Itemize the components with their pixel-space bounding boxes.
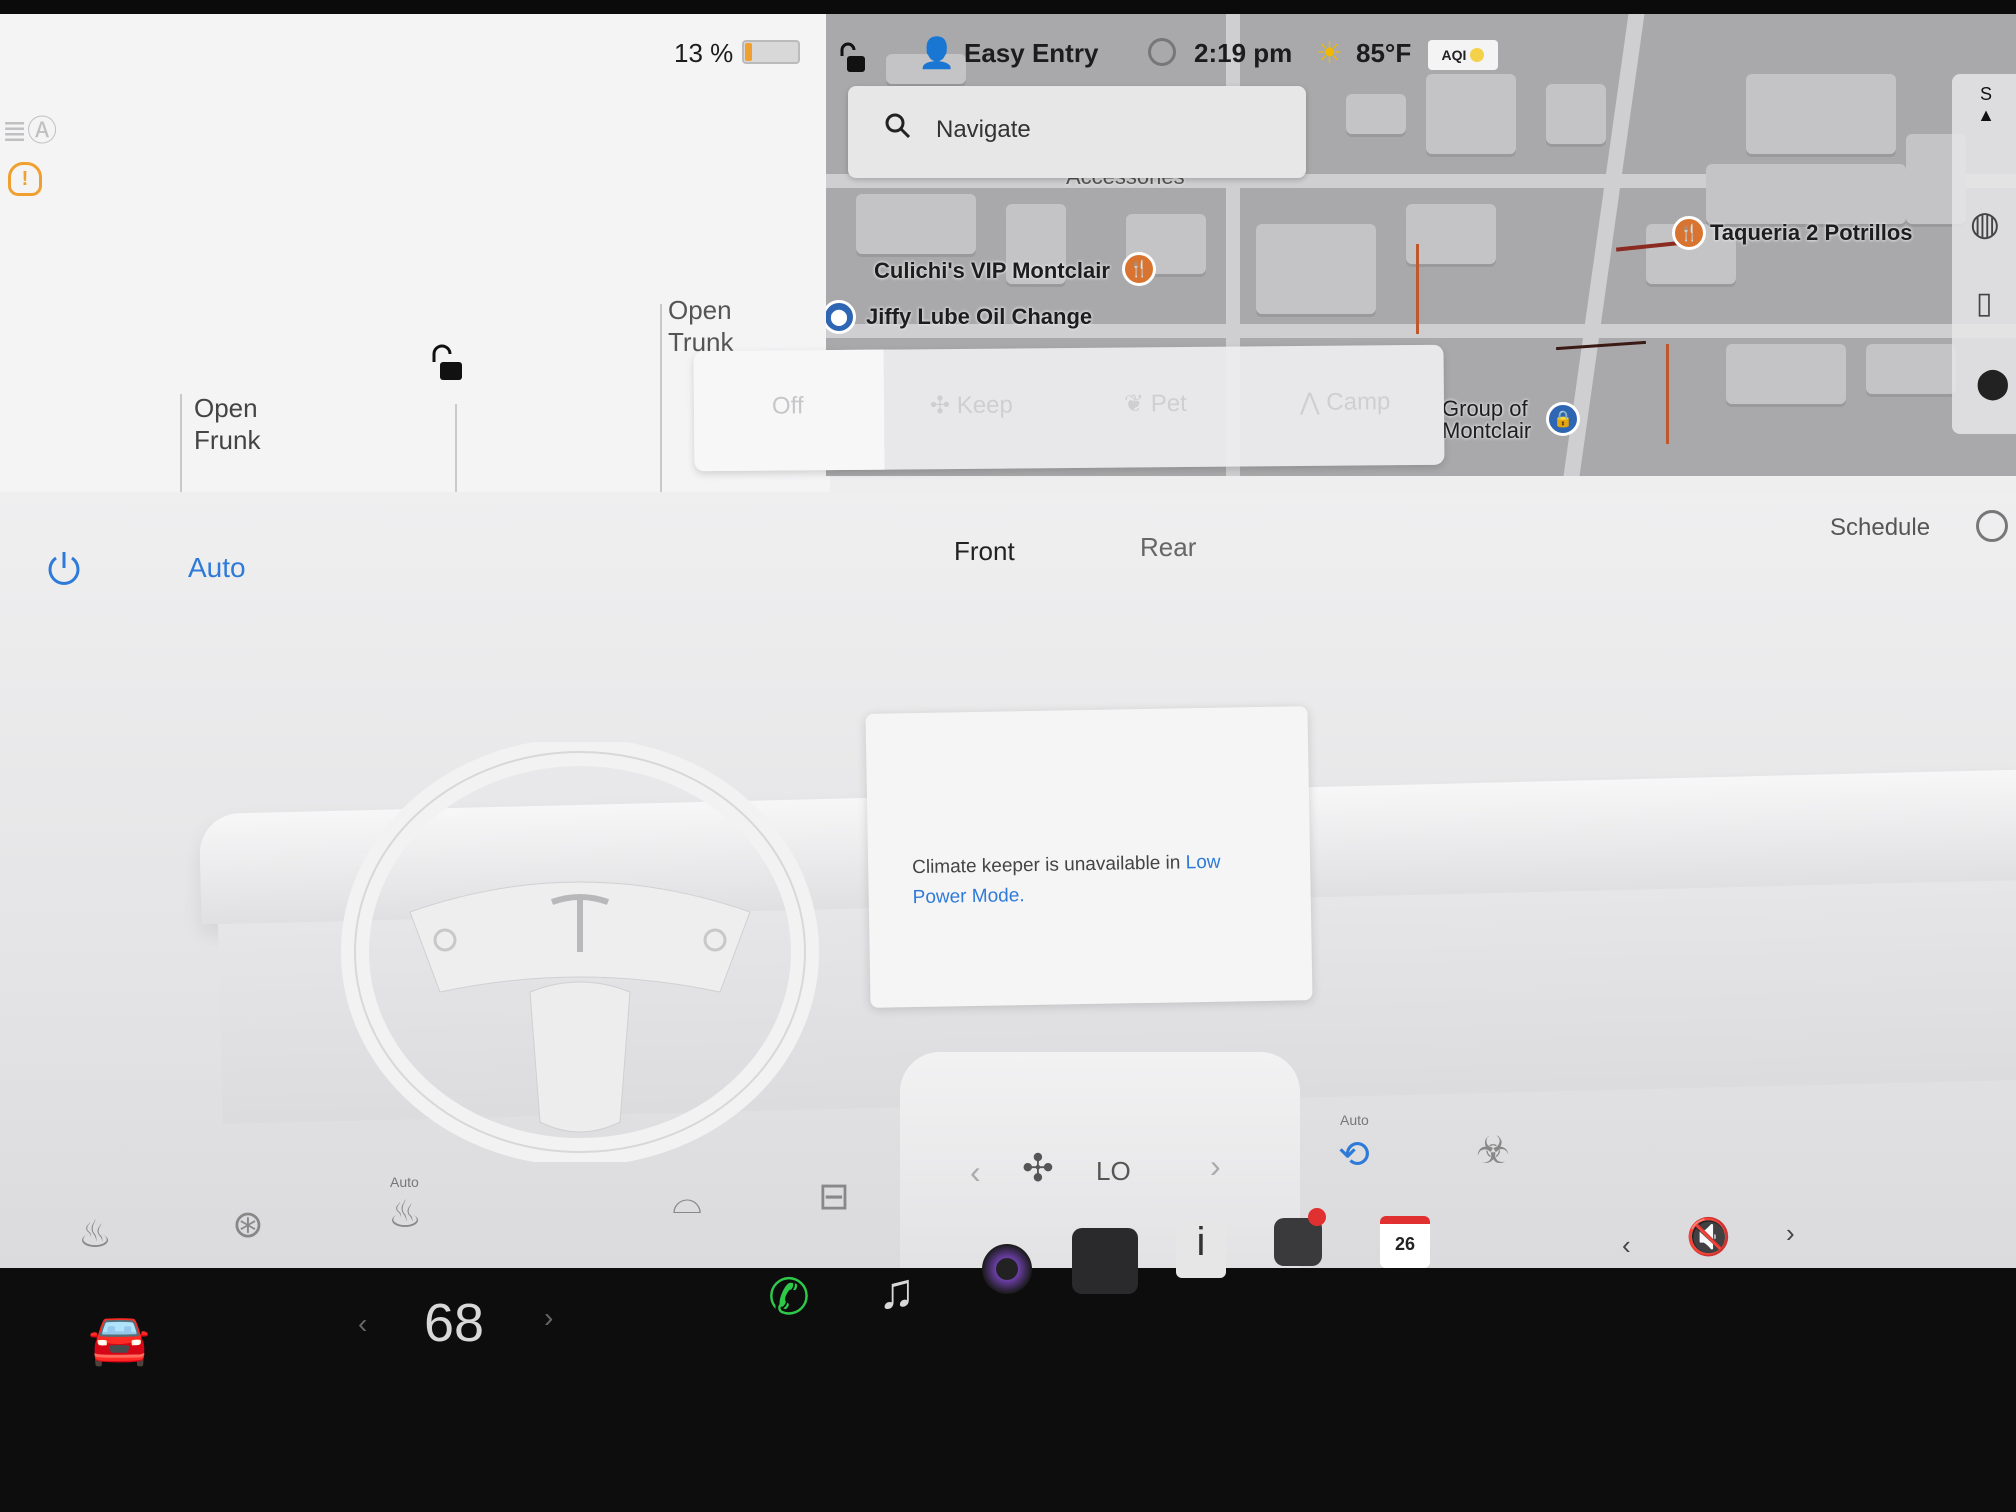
car-icon[interactable]: 🚘 — [88, 1310, 150, 1369]
navigate-search-box[interactable]: Navigate — [848, 86, 1306, 178]
driver-profile-name[interactable]: Easy Entry — [964, 38, 1098, 69]
steering-heater-icon[interactable]: ⊛ — [232, 1202, 264, 1247]
mute-icon[interactable]: 🔇 — [1686, 1216, 1731, 1258]
lock-toggle-icon[interactable] — [428, 344, 466, 384]
tab-front[interactable]: Front — [954, 536, 1015, 567]
keeper-option-keep[interactable]: ✣ Keep — [930, 390, 1013, 420]
location-pin-icon[interactable]: ⬤ — [1976, 366, 2010, 401]
aqi-badge: AQI — [1428, 40, 1498, 70]
fan-speed-value: LO — [1096, 1156, 1131, 1186]
keep-label: Keep — [956, 391, 1013, 419]
climate-auto-button[interactable]: Auto — [188, 552, 246, 584]
volume-decrease-icon[interactable]: ‹ — [1622, 1230, 1631, 1261]
power-icon[interactable] — [44, 548, 84, 588]
open-frunk-button[interactable]: Open Frunk — [194, 392, 260, 456]
keeper-message-text: Climate keeper is unavailable in — [911, 852, 1186, 879]
calendar-icon[interactable]: 26 — [1380, 1216, 1430, 1268]
sentry-icon[interactable] — [1148, 38, 1176, 66]
steering-wheel-icon — [340, 738, 820, 1166]
battery-fill — [745, 43, 753, 61]
open-trunk-button[interactable]: Open Trunk — [668, 294, 734, 356]
clock: 2:19 pm — [1194, 38, 1293, 68]
lock-status-icon[interactable] — [838, 42, 868, 76]
touchscreen: ≣Ⓐ ! Open Trunk Open Frunk 13 % Culichi'… — [0, 14, 2016, 1286]
keeper-unavailable-message: Climate keeper is unavailable in Low Pow… — [912, 847, 1273, 913]
poi-label[interactable]: Taqueria 2 Potrillos — [1710, 220, 1913, 246]
recirculate-icon[interactable]: ⟲ — [1338, 1132, 1370, 1177]
car-divider — [455, 404, 457, 494]
front-defrost-icon[interactable]: ⌓ — [672, 1180, 702, 1223]
music-icon[interactable]: ♫ — [878, 1262, 916, 1320]
app-launcher-icon[interactable] — [1072, 1228, 1138, 1294]
rear-defrost-icon[interactable]: ⊟ — [818, 1174, 850, 1219]
fan-increase-icon[interactable]: › — [1210, 1148, 1221, 1185]
climate-panel: Auto Front Rear Schedule Climate keeper … — [0, 492, 2016, 1286]
recirc-auto-label: Auto — [1340, 1112, 1369, 1128]
poi-label[interactable]: Jiffy Lube Oil Change — [866, 304, 1092, 330]
dock-bar: 🚘 ‹ 68 › ✆ ♫ i 26 ‹ 🔇 › — [0, 1208, 2016, 1512]
restaurant-pin-icon[interactable]: 🍴 — [1122, 252, 1156, 286]
navigate-placeholder: Navigate — [936, 116, 1031, 143]
traffic-icon[interactable]: ▯ — [1976, 286, 1993, 321]
poi-label[interactable]: Culichi's VIP Montclair — [874, 258, 1110, 284]
keeper-option-off[interactable]: Off — [772, 392, 804, 420]
paw-icon: ❦ — [1123, 390, 1151, 418]
cabin-temperature[interactable]: 68 — [424, 1292, 484, 1354]
frunk-divider — [180, 394, 182, 494]
bioweapon-defense-icon[interactable]: ☣ — [1476, 1128, 1510, 1173]
auto-headlights-icon: ≣Ⓐ — [2, 115, 58, 148]
seat-heater-icon[interactable]: ♨ — [78, 1212, 112, 1257]
fan-icon: ✣ — [1022, 1148, 1054, 1190]
auto-seat-label: Auto — [390, 1174, 419, 1190]
battery-icon — [742, 40, 800, 64]
phone-icon[interactable]: ✆ — [768, 1268, 810, 1326]
camp-label: Camp — [1326, 388, 1391, 416]
compass-icon[interactable]: S ▲ — [1966, 84, 2006, 126]
auto-seat-climate-icon[interactable]: ♨ — [388, 1192, 422, 1237]
pet-label: Pet — [1150, 389, 1187, 418]
compass-heading: S — [1979, 84, 1992, 104]
globe-icon[interactable]: ◍ — [1970, 204, 2000, 244]
search-icon — [884, 112, 912, 140]
schedule-button[interactable]: Schedule — [1830, 514, 1930, 542]
keeper-option-pet[interactable]: ❦ Pet — [1124, 389, 1187, 419]
sun-icon: ☀ — [1316, 37, 1343, 70]
fan-icon: ✣ — [929, 391, 957, 420]
poi-label[interactable]: Group of Montclair — [1442, 398, 1531, 442]
camera-error-badge-icon — [1308, 1208, 1326, 1226]
keeper-unavailable-card: Climate keeper is unavailable in Low Pow… — [865, 706, 1313, 1008]
service-pin-icon[interactable]: 🔒 — [1546, 402, 1580, 436]
temp-decrease-icon[interactable]: ‹ — [358, 1308, 367, 1340]
clock-icon[interactable] — [1976, 510, 2008, 542]
volume-increase-icon[interactable]: › — [1786, 1218, 1795, 1249]
aqi-label: AQI — [1441, 47, 1467, 63]
manual-icon[interactable]: i — [1176, 1220, 1226, 1278]
battery-percent: 13 % — [674, 38, 734, 68]
climate-keeper-selector[interactable]: Off ✣ Keep ❦ Pet ⋀ Camp — [693, 344, 1445, 472]
tent-icon: ⋀ — [1299, 388, 1327, 416]
restaurant-pin-icon[interactable]: 🍴 — [1672, 216, 1706, 250]
tire-pressure-warning-icon: ! — [8, 162, 42, 196]
outside-temperature: 85°F — [1356, 38, 1412, 68]
keeper-option-camp[interactable]: ⋀ Camp — [1300, 387, 1391, 417]
media-app-icon[interactable] — [982, 1244, 1032, 1294]
tab-rear[interactable]: Rear — [1140, 532, 1196, 563]
driver-profile-icon[interactable]: 👤 — [918, 36, 955, 71]
temp-increase-icon[interactable]: › — [544, 1302, 553, 1334]
trunk-divider — [660, 304, 662, 494]
fan-decrease-icon[interactable]: ‹ — [970, 1154, 981, 1191]
